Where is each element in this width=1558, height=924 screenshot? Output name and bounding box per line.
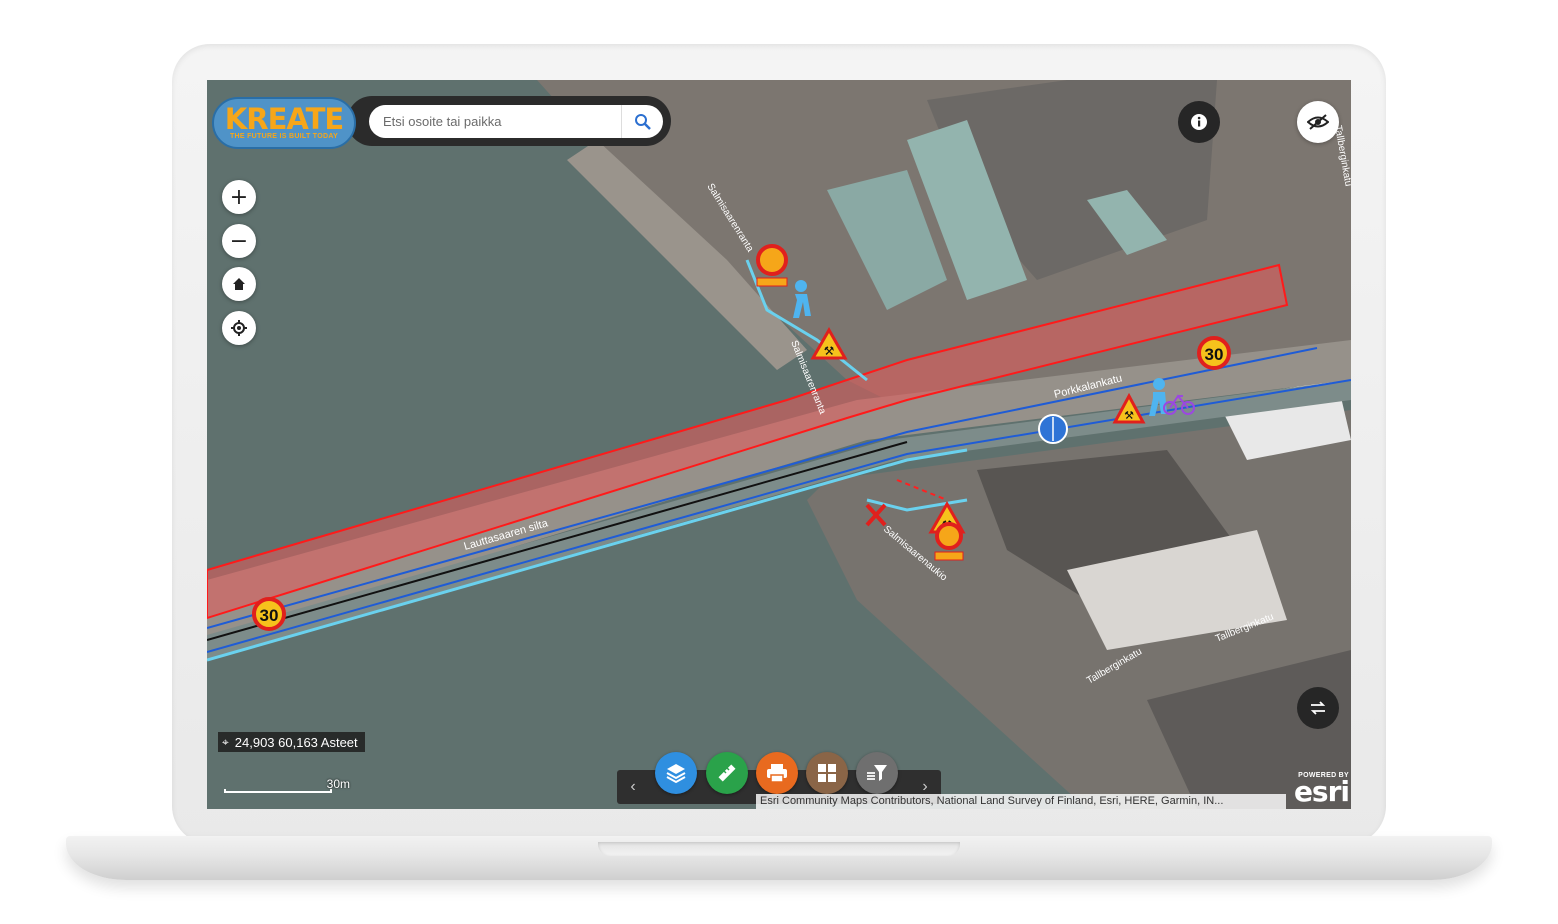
svg-text:30: 30 (1205, 345, 1224, 364)
coordinate-value: 24,903 60,163 Asteet (234, 734, 358, 750)
logo-tagline: THE FUTURE IS BUILT TODAY (229, 133, 339, 140)
svg-text:30: 30 (260, 606, 279, 625)
layers-icon (666, 764, 686, 784)
scale-bar-line (224, 789, 332, 793)
filter-button[interactable] (856, 752, 898, 794)
layers-button[interactable] (655, 752, 697, 794)
print-icon (767, 764, 787, 783)
measure-button[interactable] (706, 752, 748, 794)
svg-text:⚒: ⚒ (824, 344, 835, 358)
toggle-visibility-button[interactable] (1297, 101, 1339, 143)
speed-limit-sign[interactable]: 30 (252, 597, 286, 631)
speed-limit-sign[interactable]: 30 (1197, 336, 1231, 370)
esri-logo[interactable]: POWERED BY esri (1285, 772, 1350, 808)
shared-path-sign-icon[interactable] (1038, 414, 1068, 444)
eye-off-icon (1307, 114, 1329, 130)
print-button[interactable] (756, 752, 798, 794)
search-button[interactable] (621, 105, 663, 138)
logo-wordmark: KREATE (224, 102, 344, 136)
basemap-button[interactable] (806, 752, 848, 794)
search-icon (634, 113, 651, 130)
esri-wordmark: esri (1293, 775, 1350, 808)
scale-bar: 30m (224, 777, 350, 795)
zoom-in-button[interactable]: + (222, 180, 256, 214)
home-button[interactable] (222, 267, 256, 301)
search-input[interactable] (369, 105, 621, 138)
crosshair-icon: ⌖ (222, 734, 229, 749)
no-stopping-sign-icon[interactable] (756, 244, 788, 287)
svg-text:⚒: ⚒ (1124, 409, 1134, 422)
swap-view-button[interactable] (1297, 687, 1339, 729)
zoom-out-button[interactable]: − (222, 224, 256, 258)
info-button[interactable] (1178, 101, 1220, 143)
filter-icon (867, 765, 887, 781)
home-icon (233, 278, 245, 290)
locate-button[interactable] (222, 311, 256, 345)
swap-icon (1310, 701, 1326, 715)
ruler-icon (718, 764, 736, 782)
info-icon (1191, 114, 1207, 130)
no-stopping-sign-icon[interactable] (934, 522, 964, 561)
toolbar-prev-button[interactable]: ‹ (617, 770, 649, 804)
laptop-notch (598, 842, 960, 856)
grid-icon (818, 764, 836, 782)
coordinate-readout[interactable]: ⌖ 24,903 60,163 Asteet (218, 732, 365, 752)
kreate-logo[interactable]: KREATE THE FUTURE IS BUILT TODAY (212, 97, 356, 149)
locate-icon (231, 320, 247, 336)
device-mockup: Porkkalankatu Lauttasaaren silta Tallber… (0, 0, 1558, 924)
map-app-screen: Porkkalankatu Lauttasaaren silta Tallber… (207, 80, 1351, 809)
scale-bar-label: 30m (326, 777, 350, 791)
map-canvas[interactable]: Porkkalankatu Lauttasaaren silta Tallber… (207, 80, 1351, 809)
map-attribution: Esri Community Maps Contributors, Nation… (756, 794, 1286, 809)
